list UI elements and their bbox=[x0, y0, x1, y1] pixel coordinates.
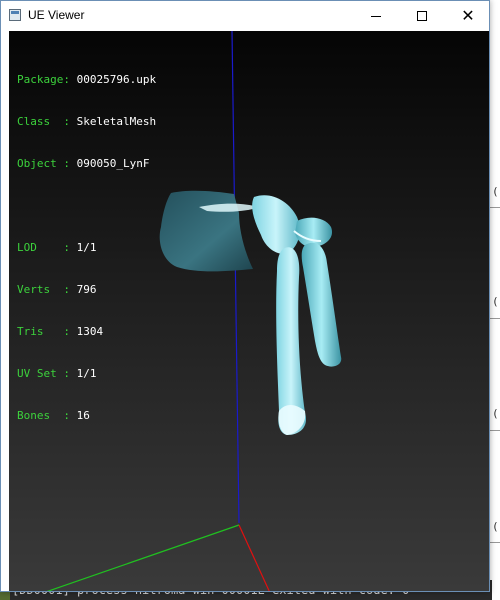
axis-z bbox=[231, 31, 240, 524]
info-value: 1/1 bbox=[76, 241, 97, 254]
info-row-verts: Verts : 796 bbox=[17, 283, 156, 297]
info-label: UV Set : bbox=[17, 367, 70, 380]
mesh-info-overlay: Package: 00025796.upk Class : SkeletalMe… bbox=[17, 45, 156, 451]
title-bar[interactable]: UE Viewer ✕ bbox=[1, 1, 489, 31]
background-text-fragment: ( bbox=[492, 185, 499, 198]
background-divider bbox=[490, 318, 500, 319]
mesh-knot bbox=[252, 195, 300, 254]
info-label: LOD : bbox=[17, 241, 70, 254]
info-row-bones: Bones : 16 bbox=[17, 409, 156, 423]
info-value: 00025796.upk bbox=[76, 73, 157, 86]
ue-viewer-window[interactable]: UE Viewer ✕ Package: 00025796.upk Class … bbox=[0, 0, 490, 592]
background-text-fragment: ( bbox=[492, 407, 499, 420]
info-label: Verts : bbox=[17, 283, 70, 296]
background-text-fragment: ( bbox=[492, 520, 499, 533]
3d-viewport[interactable]: Package: 00025796.upk Class : SkeletalMe… bbox=[9, 31, 489, 591]
background-window-edge: ( ( ( ( bbox=[490, 0, 500, 600]
mesh-cap bbox=[159, 190, 253, 272]
info-label: Package: bbox=[17, 73, 70, 86]
close-button[interactable]: ✕ bbox=[445, 1, 491, 31]
maximize-button[interactable] bbox=[399, 1, 445, 31]
info-label: Class : bbox=[17, 115, 70, 128]
mesh-ribbon-right bbox=[301, 242, 342, 367]
mesh-ribbon-tip bbox=[278, 405, 306, 435]
info-row-object: Object : 090050_LynF bbox=[17, 157, 156, 171]
info-value: 090050_LynF bbox=[76, 157, 150, 170]
info-label: Object : bbox=[17, 157, 70, 170]
info-row-class: Class : SkeletalMesh bbox=[17, 115, 156, 129]
maximize-icon bbox=[417, 11, 427, 21]
desktop: ( ( ( ( E [DD0001] process nitroma win 0… bbox=[0, 0, 500, 600]
background-text-fragment: ( bbox=[492, 295, 499, 308]
info-value: 16 bbox=[76, 409, 90, 422]
info-value: SkeletalMesh bbox=[76, 115, 157, 128]
info-value: 1/1 bbox=[76, 367, 97, 380]
info-value: 1304 bbox=[76, 325, 104, 338]
background-divider bbox=[490, 542, 500, 543]
minimize-icon bbox=[371, 16, 381, 17]
axis-y bbox=[46, 524, 240, 591]
info-label: Bones : bbox=[17, 409, 70, 422]
axis-x bbox=[238, 524, 270, 591]
info-value: 796 bbox=[76, 283, 97, 296]
background-divider bbox=[490, 207, 500, 208]
window-title: UE Viewer bbox=[28, 8, 85, 22]
minimize-button[interactable] bbox=[353, 1, 399, 31]
app-icon[interactable] bbox=[9, 9, 21, 21]
info-row-uvset: UV Set : 1/1 bbox=[17, 367, 156, 381]
info-row-tris: Tris : 1304 bbox=[17, 325, 156, 339]
info-row-lod: LOD : 1/1 bbox=[17, 241, 156, 255]
background-divider bbox=[490, 430, 500, 431]
info-row-package: Package: 00025796.upk bbox=[17, 73, 156, 87]
info-label: Tris : bbox=[17, 325, 70, 338]
close-icon: ✕ bbox=[461, 8, 475, 25]
